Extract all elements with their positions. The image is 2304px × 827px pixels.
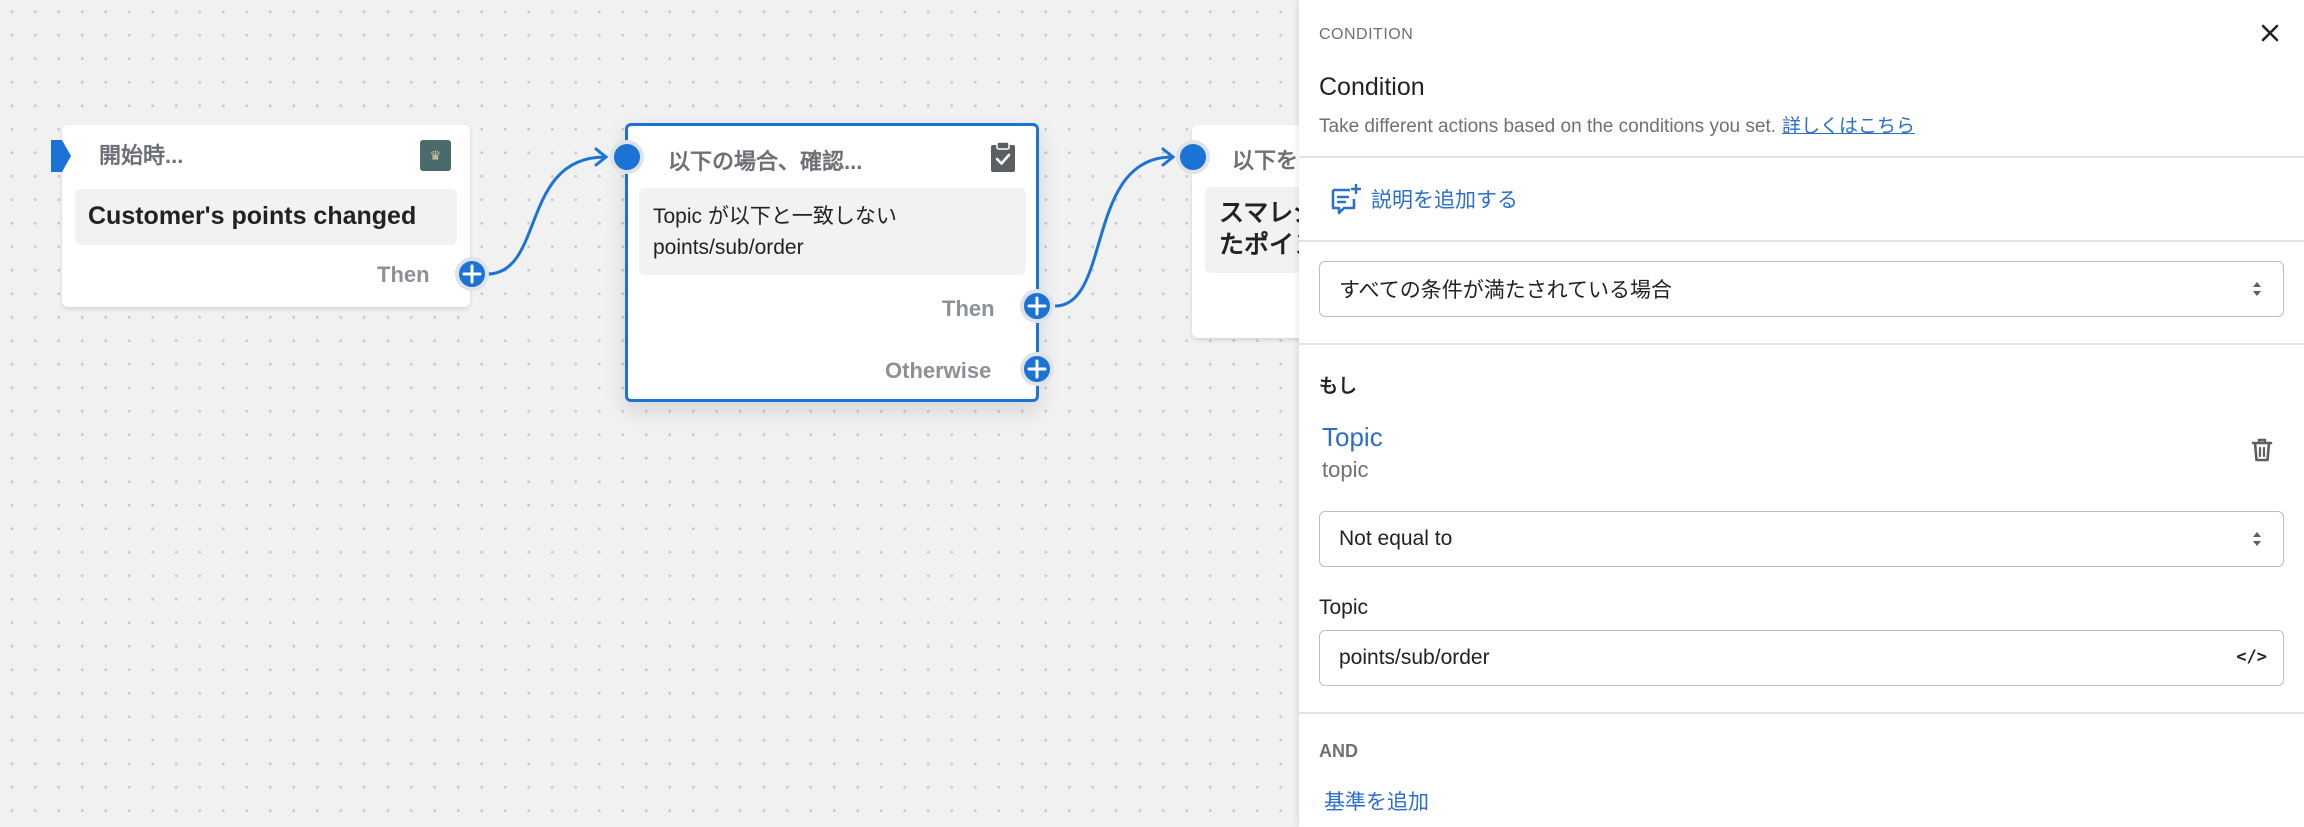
action-node[interactable]: 以下を スマレジ たポイン (1192, 125, 1325, 338)
learn-more-link[interactable]: 詳しくはこちら (1782, 116, 1915, 137)
value-input-text: points/sub/order (1339, 646, 1490, 669)
condition-panel: CONDITION Condition Take different actio… (1299, 0, 2304, 827)
trigger-then-add-button[interactable] (455, 257, 489, 291)
plus-icon (462, 264, 482, 284)
action-node-header: 以下を (1232, 148, 1299, 173)
trigger-node-header: 開始時... (99, 143, 184, 168)
condition-field-subtitle: topic (1322, 457, 1369, 482)
trash-icon (2251, 438, 2273, 462)
close-icon (2261, 24, 2279, 42)
clipboard-check-icon (991, 141, 1015, 172)
condition-field-title[interactable]: Topic (1322, 422, 1383, 453)
if-label: もし (1319, 376, 1358, 397)
delete-condition-button[interactable] (2251, 437, 2273, 468)
trigger-then-label: Then (377, 262, 430, 287)
plus-icon (1027, 359, 1047, 379)
divider (1299, 156, 2304, 158)
condition-otherwise-label: Otherwise (885, 358, 992, 383)
action-input-handle[interactable] (1176, 140, 1210, 174)
panel-description-text: Take different actions based on the cond… (1319, 116, 1777, 137)
note-edit-icon (1331, 183, 1362, 215)
condition-node-header: 以下の場合、確認... (668, 149, 863, 174)
plus-icon (1027, 296, 1047, 316)
code-toggle-icon[interactable]: </> (2236, 647, 2267, 667)
divider (1299, 712, 2304, 714)
match-condition-value: すべての条件が満たされている場合 (1339, 279, 1673, 302)
match-condition-select[interactable]: すべての条件が満たされている場合 (1319, 261, 2284, 317)
close-button[interactable] (2255, 18, 2285, 48)
condition-node[interactable]: 以下の場合、確認... Topic が以下と一致しない points/sub/o… (625, 123, 1039, 402)
condition-input-handle[interactable] (610, 140, 644, 174)
select-arrows-icon (2253, 532, 2261, 546)
workflow-canvas[interactable]: 開始時... Customer's points changed Then ♛ … (0, 0, 1325, 827)
value-label: Topic (1319, 596, 1369, 619)
condition-summary-line2: points/sub/order (653, 236, 804, 259)
value-input[interactable]: points/sub/order </> (1319, 630, 2284, 686)
add-criteria-button[interactable]: 基準を追加 (1324, 786, 1429, 816)
select-arrows-icon (2253, 282, 2261, 296)
operator-value: Not equal to (1339, 527, 1453, 550)
divider (1299, 240, 2304, 242)
trigger-node-body: Customer's points changed (75, 189, 457, 245)
condition-otherwise-add-button[interactable] (1020, 352, 1054, 386)
condition-then-add-button[interactable] (1020, 289, 1054, 323)
panel-title: Condition (1319, 73, 1425, 101)
trigger-node[interactable]: 開始時... Customer's points changed Then (62, 125, 470, 307)
crown-app-icon: ♛ (420, 140, 451, 171)
and-label: AND (1319, 741, 1358, 761)
trigger-node-title: Customer's points changed (88, 202, 417, 230)
divider (1299, 343, 2304, 345)
condition-then-label: Then (942, 296, 995, 321)
condition-summary-line1: Topic が以下と一致しない (653, 205, 897, 228)
panel-description: Take different actions based on the cond… (1319, 111, 1915, 138)
add-description-button[interactable]: 説明を追加する (1329, 182, 1518, 216)
panel-kicker: CONDITION (1319, 26, 1414, 43)
operator-select[interactable]: Not equal to (1319, 511, 2284, 567)
add-description-label: 説明を追加する (1371, 189, 1518, 212)
condition-node-body: Topic が以下と一致しない points/sub/order (639, 188, 1026, 275)
